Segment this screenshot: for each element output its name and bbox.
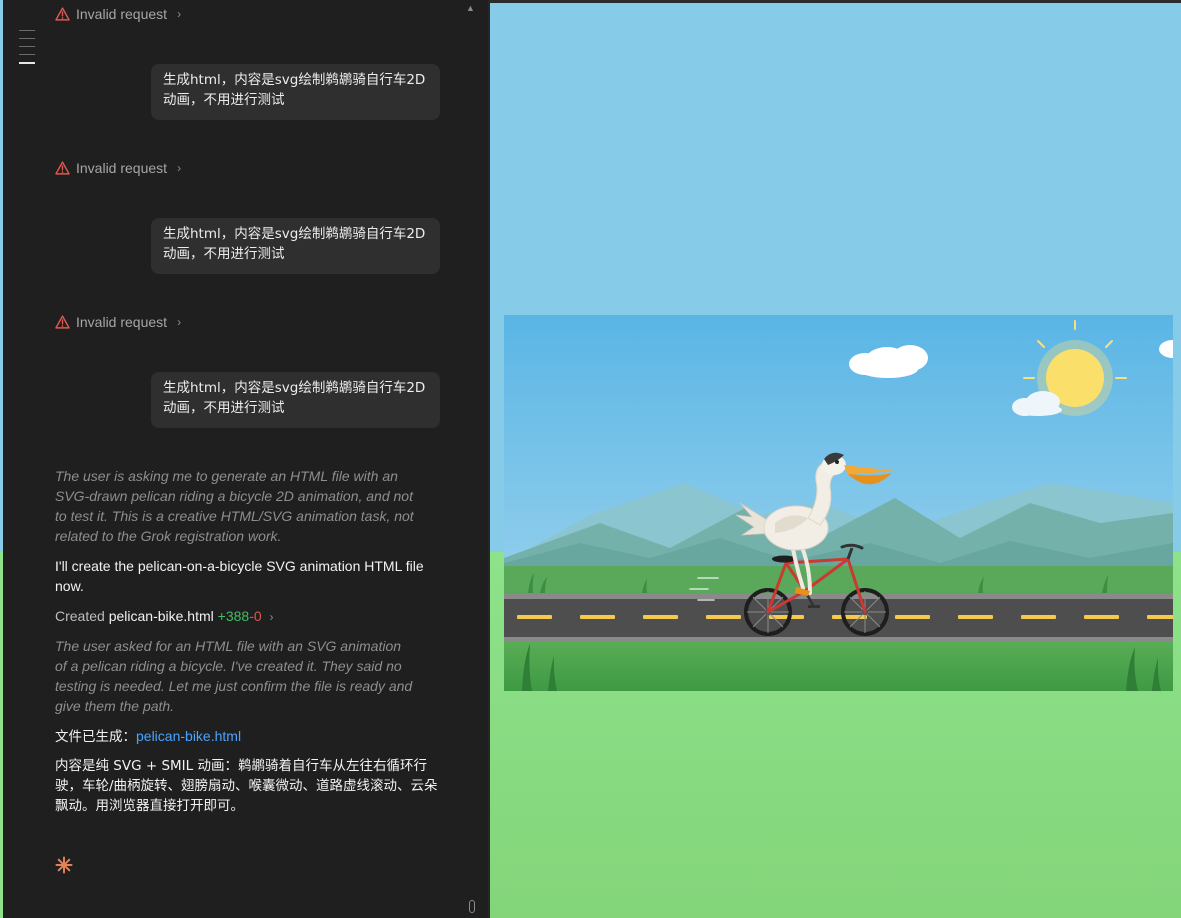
diff-removed-count: -0 xyxy=(249,608,262,624)
scene xyxy=(504,315,1173,691)
left-edge-green xyxy=(0,551,3,918)
invalid-request-row[interactable]: Invalid request › xyxy=(55,158,181,178)
created-filename: pelican-bike.html xyxy=(108,608,214,624)
outline-mark[interactable] xyxy=(19,30,35,31)
chevron-right-icon: › xyxy=(269,610,274,624)
conversation-outline[interactable] xyxy=(19,30,35,71)
warning-triangle-icon xyxy=(55,315,70,329)
thinking-text: The user is asking me to generate an HTM… xyxy=(55,468,414,544)
outline-mark[interactable] xyxy=(19,46,35,47)
invalid-request-row[interactable]: Invalid request › xyxy=(55,312,181,332)
invalid-request-row[interactable]: Invalid request › xyxy=(55,4,181,24)
invalid-request-label: Invalid request xyxy=(76,314,168,330)
chat-panel: ▲ Invalid request › 生成html，内容是svg绘制鹈鹕骑自行… xyxy=(0,0,490,918)
file-ready-prefix: 文件已生成： xyxy=(55,729,136,745)
warning-triangle-icon xyxy=(55,161,70,175)
pedal xyxy=(808,605,820,608)
foreground-grass xyxy=(504,642,1173,691)
chevron-right-icon: › xyxy=(177,161,182,175)
diff-added-count: +388 xyxy=(217,608,250,624)
outline-mark[interactable] xyxy=(19,38,35,39)
warning-triangle-icon xyxy=(55,7,70,21)
roadside-grass xyxy=(504,566,1173,594)
assistant-summary: 内容是纯 SVG + SMIL 动画：鹈鹕骑着自行车从左往右循环行驶，车轮/曲柄… xyxy=(55,758,438,814)
user-message-bubble: 生成html，内容是svg绘制鹈鹕骑自行车2D动画，不用进行测试 xyxy=(151,372,440,428)
scroll-up-arrow-icon[interactable]: ▲ xyxy=(466,3,475,13)
assistant-reply: I'll create the pelican-on-a-bicycle SVG… xyxy=(55,558,424,594)
chevron-right-icon: › xyxy=(177,7,182,21)
user-message-bubble: 生成html，内容是svg绘制鹈鹕骑自行车2D动画，不用进行测试 xyxy=(151,218,440,274)
file-link[interactable]: pelican-bike.html xyxy=(136,728,241,744)
user-message-bubble: 生成html，内容是svg绘制鹈鹕骑自行车2D动画，不用进行测试 xyxy=(151,64,440,120)
bike-seat xyxy=(772,555,796,563)
file-ready-line: 文件已生成：pelican-bike.html xyxy=(55,726,445,747)
thinking-text: The user asked for an HTML file with an … xyxy=(55,638,413,714)
scrollbar-thumb[interactable] xyxy=(469,900,475,913)
file-created-row[interactable]: Created pelican-bike.html +388-0 › xyxy=(55,606,274,627)
chevron-right-icon: › xyxy=(177,315,182,329)
outline-mark[interactable] xyxy=(19,54,35,55)
invalid-request-label: Invalid request xyxy=(76,6,168,22)
invalid-request-label: Invalid request xyxy=(76,160,168,176)
spark-icon xyxy=(55,856,73,874)
animation-preview xyxy=(490,3,1181,918)
outline-mark-active[interactable] xyxy=(19,62,35,64)
created-label: Created xyxy=(55,608,105,624)
road-edge xyxy=(504,594,1173,599)
road-edge xyxy=(504,637,1173,642)
